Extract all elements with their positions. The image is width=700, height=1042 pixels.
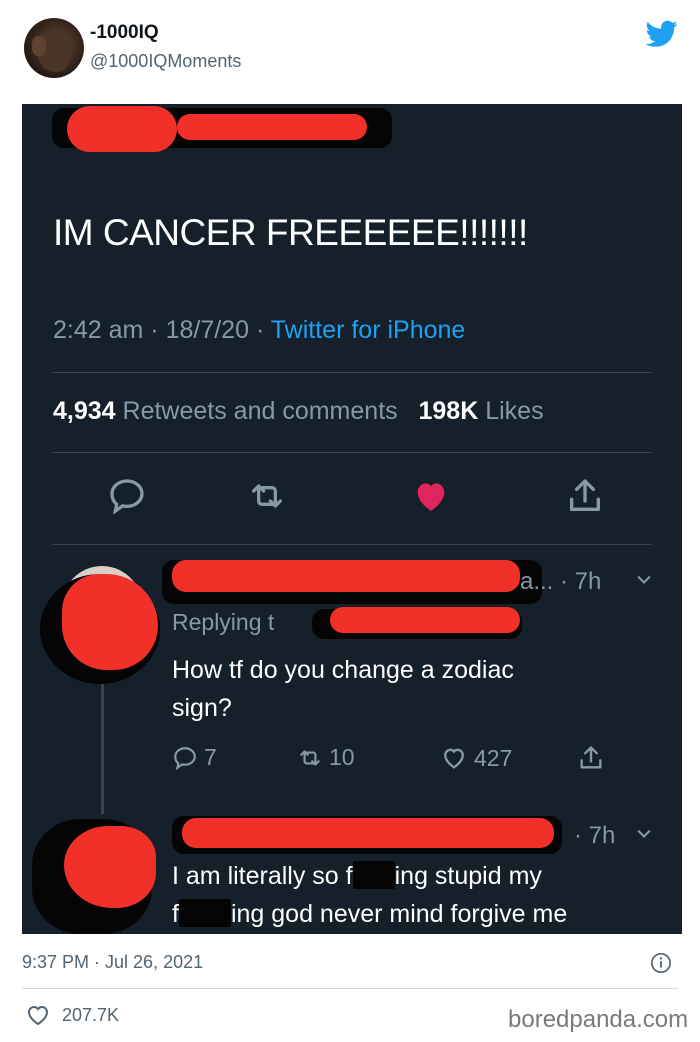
reply2-line2-start: f <box>172 900 179 928</box>
share-icon <box>580 746 602 769</box>
reply2-avatar-redaction <box>64 826 156 908</box>
embedded-screenshot: IM CANCER FREEEEEE!!!!!!! 2:42 am · 18/7… <box>22 104 682 934</box>
footer-divider <box>22 988 678 989</box>
heart-icon[interactable] <box>26 1004 50 1026</box>
twitter-bird-icon <box>646 20 678 47</box>
reply2-line2-end: ing god never mind forgive me <box>230 900 568 928</box>
reply1-menu-chevron-icon[interactable] <box>634 570 654 590</box>
reply2-line1-start: I am literally so f <box>172 862 353 890</box>
avatar-hand <box>32 36 46 56</box>
reply2-name-redaction <box>182 818 554 848</box>
tweet-time: 2:42 am <box>53 316 144 344</box>
reply1-text-line2: sign? <box>172 694 232 722</box>
divider <box>52 452 652 453</box>
tweet-date: 18/7/20 <box>165 316 249 344</box>
redaction-handle <box>177 114 367 140</box>
reply1-name-redaction <box>172 560 520 592</box>
reply-icon <box>174 746 196 770</box>
reply1-like-action[interactable]: 427 <box>440 744 512 772</box>
tweet-stats[interactable]: 4,934 Retweets and comments 198K Likes <box>53 397 544 426</box>
censor-bar <box>352 861 395 889</box>
like-count[interactable]: 207.7K <box>62 1005 119 1026</box>
reply1-reply-count: 7 <box>204 744 217 770</box>
info-icon[interactable] <box>650 952 672 974</box>
reply2-menu-chevron-icon[interactable] <box>634 824 654 844</box>
heart-icon <box>444 748 464 769</box>
divider <box>52 372 652 373</box>
author-display-name[interactable]: -1000IQ <box>90 22 159 44</box>
heart-filled-icon[interactable] <box>411 476 451 516</box>
reply1-replying-to: Replying t <box>172 609 275 635</box>
reply2-meta: · 7h <box>574 822 616 849</box>
original-tweet-text: IM CANCER FREEEEEE!!!!!!! <box>53 212 528 253</box>
boredpanda-watermark: boredpanda.com <box>508 1006 689 1033</box>
redaction-name <box>67 106 177 152</box>
reply2-text-line1: I am literally so f ing stupid my <box>172 858 542 894</box>
author-handle[interactable]: @1000IQMoments <box>90 51 241 72</box>
tweet-timestamp[interactable]: 9:37 PM · Jul 26, 2021 <box>22 952 203 973</box>
retweets-count: 4,934 <box>53 397 116 425</box>
censor-bar <box>178 899 231 927</box>
retweet-icon[interactable] <box>247 476 287 516</box>
reply1-retweet-action[interactable]: 10 <box>297 744 355 771</box>
retweet-icon <box>300 749 320 766</box>
reply1-share-action[interactable] <box>577 744 605 772</box>
reply1-avatar-redaction <box>62 574 158 670</box>
reply1-like-count: 427 <box>474 744 513 771</box>
author-avatar[interactable] <box>24 18 84 78</box>
retweets-label: Retweets and comments <box>122 397 398 425</box>
reply-icon[interactable] <box>107 476 147 516</box>
reply1-meta: a... · 7h <box>520 568 602 595</box>
reply1-reply-action[interactable]: 7 <box>172 744 217 771</box>
likes-label: Likes <box>485 397 544 425</box>
reply1-replying-redaction <box>330 607 520 633</box>
share-icon[interactable] <box>565 476 605 516</box>
thread-connector <box>101 684 104 814</box>
reply2-line1-end: ing stupid my <box>394 862 542 890</box>
reply2-text-line2: f ing god never mind forgive me <box>172 896 567 932</box>
reply1-text-line1: How tf do you change a zodiac <box>172 656 514 684</box>
likes-count: 198K <box>418 397 479 425</box>
tweet-meta-line: 2:42 am · 18/7/20 · Twitter for iPhone <box>53 316 466 344</box>
reply1-retweet-count: 10 <box>329 744 355 770</box>
divider <box>52 544 652 545</box>
tweet-source-link[interactable]: Twitter for iPhone <box>271 316 466 344</box>
